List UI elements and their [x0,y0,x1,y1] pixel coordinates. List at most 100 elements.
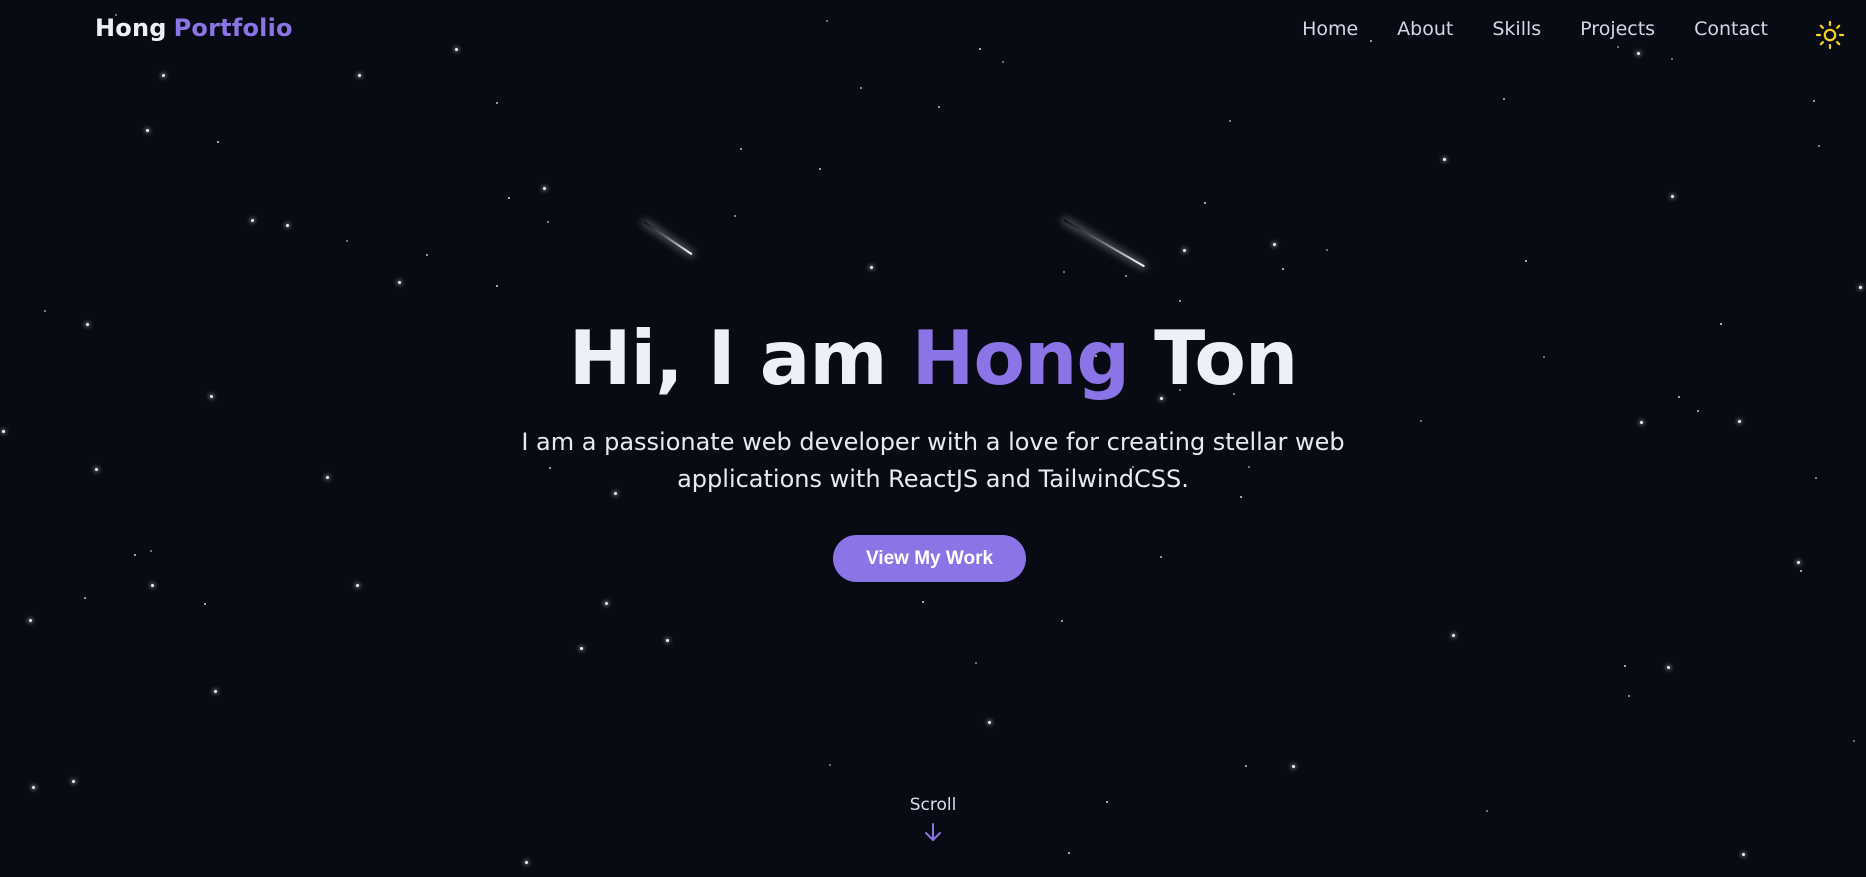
star [547,221,549,223]
star [326,476,329,479]
star [204,603,206,605]
star [1179,300,1181,302]
star [134,554,136,556]
star [1443,158,1446,161]
star [1853,740,1855,742]
star [580,647,583,650]
star [1503,98,1505,100]
star [1697,410,1699,412]
scroll-indicator[interactable]: Scroll [883,795,983,843]
star [1859,286,1862,289]
star [1002,61,1004,63]
hero-subtitle: I am a passionate web developer with a l… [521,428,1345,493]
brand-logo[interactable]: Hong Portfolio [95,14,293,42]
navbar: Hong Portfolio Home About Skills Projects… [0,0,1866,60]
star [426,254,428,256]
hero-heading: Hi, I am Hong Ton [0,313,1866,403]
nav-links: Home About Skills Projects Contact [1302,18,1768,40]
star [1486,810,1488,812]
star [72,780,75,783]
star [1800,570,1802,572]
star [1452,634,1455,637]
star [1292,765,1295,768]
shooting-star [1063,219,1146,268]
star [1624,665,1626,667]
star [1813,100,1815,102]
hero-greeting: Hi, I am [568,314,888,402]
star [1797,561,1800,564]
star [1245,765,1247,767]
star [1125,275,1127,277]
star [975,662,977,664]
star [734,215,736,217]
star [860,87,862,89]
hero-first-name: Hong [911,314,1130,402]
star [251,219,254,222]
star [356,584,359,587]
star [988,721,991,724]
star [1525,260,1527,262]
nav-link-projects[interactable]: Projects [1580,18,1655,40]
hero-last-name: Ton [1154,314,1298,402]
star [44,310,46,312]
star [1183,249,1186,252]
star [32,786,35,789]
brand-accent: Portfolio [173,14,293,42]
star [938,106,940,108]
star [1106,801,1108,803]
star [525,861,528,864]
star [1742,853,1745,856]
star [84,597,86,599]
scroll-label: Scroll [909,795,957,815]
star [1282,268,1284,270]
star [1160,556,1162,558]
shooting-star [643,221,693,256]
star [214,690,217,693]
star [508,197,510,199]
star [151,584,154,587]
star [1815,477,1817,479]
star [819,168,821,170]
hero-section: Hong Portfolio Home About Skills Projects… [0,0,1866,877]
theme-toggle-button[interactable] [1815,20,1845,50]
nav-link-skills[interactable]: Skills [1492,18,1541,40]
arrow-down-icon [925,823,941,841]
star [346,240,348,242]
star [1061,620,1063,622]
star [1273,243,1276,246]
brand-name: Hong [95,14,167,42]
star [217,141,219,143]
star [150,550,152,552]
star [1063,271,1065,273]
star [922,601,924,603]
star [358,74,361,77]
star [146,129,149,132]
star [870,266,873,269]
star [1229,120,1231,122]
nav-link-home[interactable]: Home [1302,18,1358,40]
star [496,285,498,287]
star [1204,202,1206,204]
star [543,187,546,190]
view-my-work-button[interactable]: View My Work [833,535,1026,582]
star [496,102,498,104]
star [1671,195,1674,198]
star [95,468,98,471]
star [829,764,831,766]
sun-icon [1815,20,1845,50]
star [29,619,32,622]
nav-link-contact[interactable]: Contact [1694,18,1768,40]
star [162,74,165,77]
star [286,224,289,227]
star [1068,852,1070,854]
star [1628,695,1630,697]
star [2,430,5,433]
star [1420,420,1422,422]
star [398,281,401,284]
star [1738,420,1741,423]
star [1640,421,1643,424]
star [1667,666,1670,669]
nav-link-about[interactable]: About [1397,18,1453,40]
star [1326,249,1328,251]
star [1818,145,1820,147]
